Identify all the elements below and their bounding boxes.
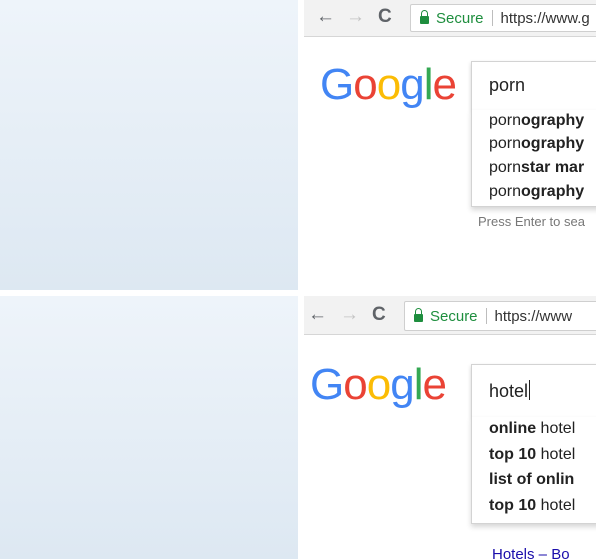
forward-arrow-icon[interactable]: →: [346, 6, 365, 28]
address-divider: [491, 10, 493, 26]
url-text: https://www: [494, 307, 573, 325]
lock-icon: [420, 10, 429, 24]
suggestion-item[interactable]: list of onlin: [489, 471, 574, 489]
secure-label: Secure: [430, 307, 478, 325]
meme-panel-top: ← → C Secure https://www.g Google porn p…: [0, 0, 596, 290]
secure-label: Secure: [436, 9, 484, 27]
suggestion-item[interactable]: online hotel: [489, 420, 575, 438]
address-bar[interactable]: Secure https://www.g: [410, 4, 596, 32]
search-input[interactable]: porn: [471, 61, 596, 111]
address-bar[interactable]: Secure https://www: [404, 301, 596, 331]
google-logo: Google: [310, 360, 447, 409]
address-divider: [485, 308, 487, 324]
search-query: hotel: [489, 380, 531, 401]
suggestion-item[interactable]: pornography: [489, 183, 584, 201]
browser-toolbar: ← → C Secure https://www.g: [304, 0, 596, 37]
url-text: https://www.g: [500, 9, 590, 27]
search-input[interactable]: hotel: [471, 364, 596, 418]
man-photo-refusing: [0, 0, 298, 290]
suggestion-dropdown: online hotel top 10 hotel list of onlin …: [471, 417, 596, 524]
forward-arrow-icon[interactable]: →: [340, 304, 359, 326]
reload-icon[interactable]: C: [378, 6, 392, 28]
browser-toolbar: ← → C Secure https://www: [304, 296, 596, 335]
suggestion-item[interactable]: pornography: [489, 112, 584, 130]
press-enter-hint: Press Enter to sea: [478, 214, 585, 229]
text-caret: [529, 380, 531, 400]
reload-icon[interactable]: C: [372, 304, 386, 326]
suggestion-dropdown: pornography pornography pornstar mar por…: [471, 110, 596, 207]
browser-screenshot-bottom: ← → C Secure https://www Google hotel on…: [304, 296, 596, 559]
meme-panel-bottom: ← → C Secure https://www Google hotel on…: [0, 296, 596, 559]
search-query: porn: [489, 75, 526, 95]
man-photo-approving: [0, 296, 298, 559]
suggestion-item[interactable]: pornstar mar: [489, 159, 584, 177]
back-arrow-icon[interactable]: ←: [308, 304, 327, 326]
suggestion-item[interactable]: top 10 hotel: [489, 446, 575, 464]
result-link-fragment[interactable]: Hotels – Bo: [492, 546, 570, 559]
back-arrow-icon[interactable]: ←: [316, 6, 335, 28]
suggestion-item[interactable]: pornography: [489, 135, 584, 153]
google-logo: Google: [320, 60, 457, 109]
browser-screenshot-top: ← → C Secure https://www.g Google porn p…: [304, 0, 596, 290]
lock-icon: [414, 308, 423, 322]
suggestion-item[interactable]: top 10 hotel: [489, 497, 575, 515]
